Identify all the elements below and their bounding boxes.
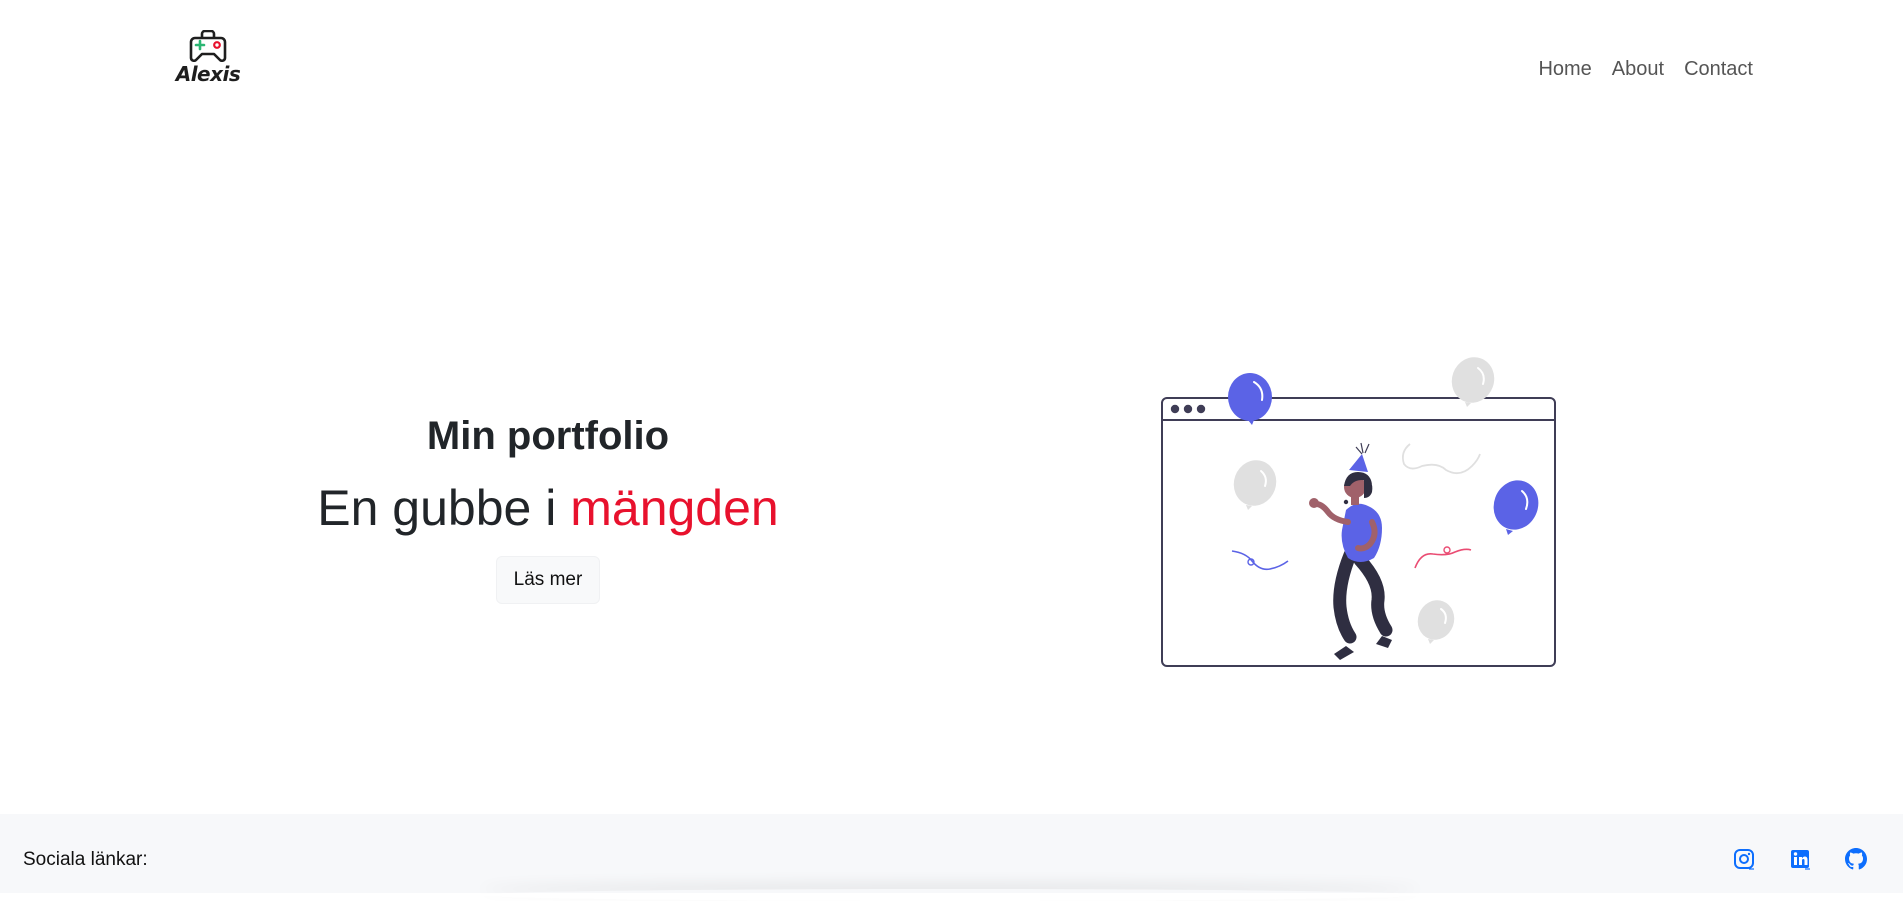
navbar: Alexis Home About Contact (0, 0, 1903, 110)
github-icon[interactable] (1845, 848, 1867, 870)
main-nav: Home About Contact (1538, 58, 1753, 81)
hero-subtitle-accent: mängden (570, 480, 779, 536)
hero-subtitle-prefix: En gubbe i (317, 480, 571, 536)
linkedin-icon[interactable] (1789, 848, 1811, 870)
social-links (1733, 848, 1867, 870)
nav-link-home[interactable]: Home (1538, 58, 1591, 81)
instagram-icon[interactable] (1733, 848, 1755, 870)
footer: Sociala länkar: (0, 814, 1903, 893)
window-dot-icon (1183, 404, 1193, 414)
party-celebration-illustration (1161, 357, 1556, 667)
hero-title: Min portfolio (426, 414, 670, 458)
nav-link-contact[interactable]: Contact (1684, 58, 1753, 81)
hero-section: Min portfolio En gubbe i mängden Läs mer (300, 412, 796, 604)
gamepad-logo-icon (189, 30, 227, 62)
hero-subtitle: En gubbe i mängden (300, 478, 796, 538)
footer-shadow (480, 889, 1420, 901)
read-more-button[interactable]: Läs mer (495, 556, 601, 604)
nav-link-about[interactable]: About (1612, 58, 1664, 81)
footer-social-label: Sociala länkar: (23, 849, 148, 870)
window-dot-icon (1196, 404, 1206, 414)
logo-text: Alexis (175, 62, 241, 86)
logo[interactable]: Alexis (168, 30, 248, 92)
window-dot-icon (1170, 404, 1180, 414)
